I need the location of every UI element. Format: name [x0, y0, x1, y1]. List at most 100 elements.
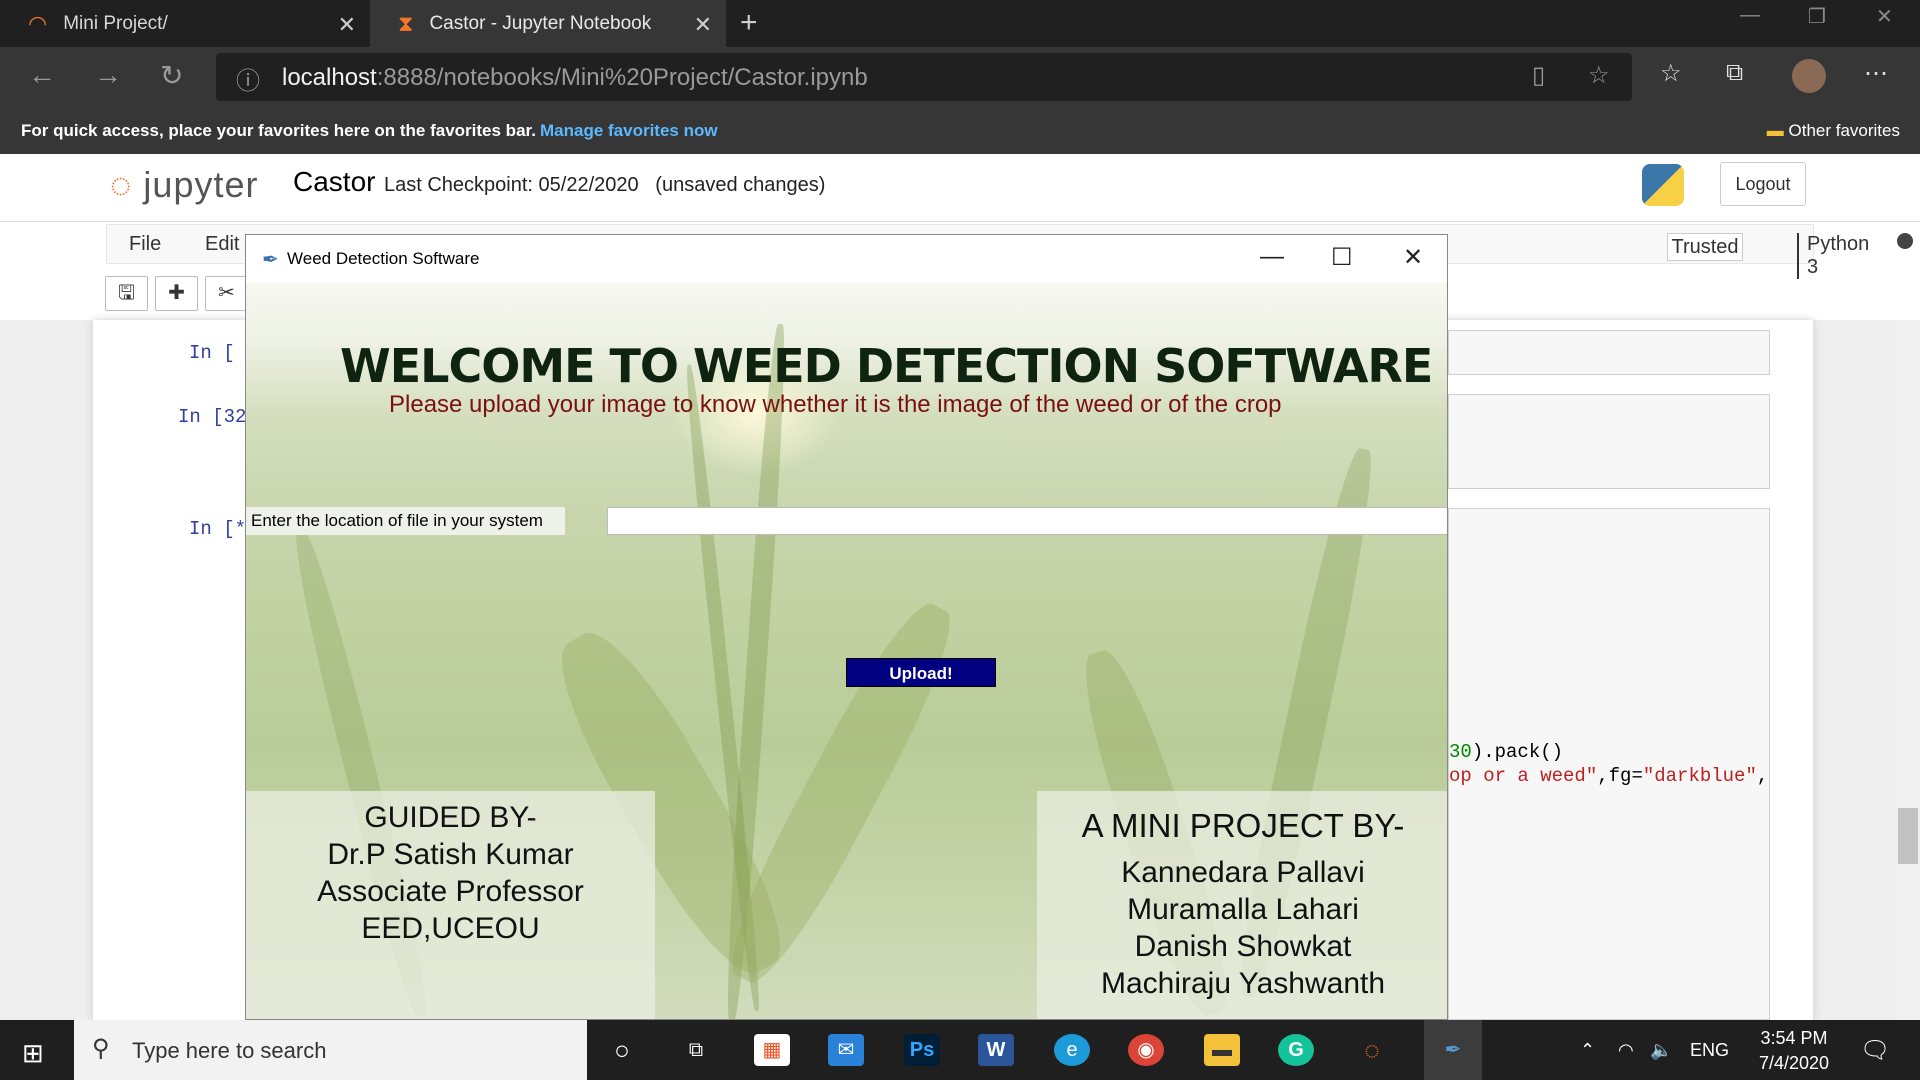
tab-mini-project[interactable]: ◠ Mini Project/ ✕: [0, 0, 370, 47]
url-host: localhost: [282, 64, 377, 91]
window-titlebar[interactable]: ✒ Weed Detection Software — ☐ ✕: [246, 235, 1447, 283]
browser-tab-bar: ◠ Mini Project/ ✕ ⧗ Castor - Jupyter Not…: [0, 0, 1920, 47]
file-location-input[interactable]: [607, 507, 1447, 535]
collections-icon[interactable]: ⧉: [1726, 59, 1743, 87]
feather-icon: ✒: [262, 249, 279, 271]
windows-taskbar: ⊞ ⚲ Type here to search ○ ⧉ ▦ ✉ Ps W e ◉…: [0, 1020, 1920, 1080]
task-view-icon[interactable]: ⧉: [678, 1034, 714, 1066]
tab-title: Castor - Jupyter Notebook: [429, 12, 652, 34]
search-placeholder: Type here to search: [132, 1038, 327, 1063]
code-text: ).pack(): [1471, 741, 1564, 763]
wifi-icon[interactable]: ◠: [1618, 1040, 1634, 1061]
checkpoint-status: Last Checkpoint: 05/22/2020 (unsaved cha…: [384, 174, 826, 196]
team-member: Muramalla Lahari: [1127, 893, 1359, 926]
kernel-name[interactable]: Python 3: [1797, 233, 1869, 279]
jupyter-taskbar-icon[interactable]: ◌: [1354, 1034, 1390, 1066]
cell-prompt: In [*: [189, 518, 247, 540]
search-icon: ⚲: [92, 1035, 110, 1062]
grammarly-icon[interactable]: G: [1278, 1034, 1314, 1066]
trusted-badge[interactable]: Trusted: [1667, 233, 1743, 261]
more-menu-icon[interactable]: ⋯: [1864, 59, 1888, 88]
read-aloud-icon[interactable]: ▯: [1532, 61, 1545, 90]
welcome-heading: WELCOME TO WEED DETECTION SOFTWARE: [340, 339, 1433, 393]
back-icon[interactable]: ←: [28, 59, 56, 91]
guide-department: EED,UCEOU: [361, 912, 540, 945]
avatar[interactable]: [1792, 59, 1826, 93]
close-tab-icon[interactable]: ✕: [338, 12, 356, 38]
code-cell[interactable]: [1448, 394, 1770, 489]
save-button[interactable]: 🖫: [105, 276, 148, 311]
windows-start-icon[interactable]: ⊞: [22, 1038, 44, 1069]
notebook-name[interactable]: Castor: [293, 166, 375, 198]
logout-button[interactable]: Logout: [1720, 162, 1806, 206]
guide-designation: Associate Professor: [317, 875, 584, 908]
forward-icon[interactable]: →: [94, 59, 122, 91]
notifications-icon[interactable]: 🗨: [1860, 1036, 1890, 1065]
volume-icon[interactable]: 🔈: [1650, 1040, 1672, 1061]
code-number: 30: [1449, 741, 1472, 763]
cortana-icon[interactable]: ○: [604, 1034, 640, 1066]
url-field[interactable]: ⓘ localhost:8888/notebooks/Mini%20Projec…: [216, 53, 1632, 101]
edge-icon[interactable]: e: [1054, 1034, 1090, 1066]
kernel-busy-indicator: [1897, 233, 1913, 249]
close-tab-icon[interactable]: ✕: [694, 12, 712, 38]
jupyter-logo-icon: ◌: [110, 164, 133, 205]
chevron-up-icon[interactable]: ⌃: [1580, 1040, 1595, 1061]
jupyter-tab-icon: ◠: [28, 10, 48, 36]
clock-time: 3:54 PM: [1760, 1028, 1828, 1048]
project-by-title: A MINI PROJECT BY-: [1081, 807, 1405, 844]
minimize-window-icon[interactable]: —: [1740, 4, 1760, 27]
code-text: ,: [1756, 765, 1769, 787]
cut-button[interactable]: ✂: [205, 276, 248, 311]
store-icon[interactable]: ▦: [754, 1034, 790, 1066]
jupyter-header: ◌ jupyter Castor Last Checkpoint: 05/22/…: [0, 154, 1920, 222]
manage-favorites-link[interactable]: Manage favorites now: [540, 121, 718, 141]
restore-window-icon[interactable]: ❐: [1808, 4, 1826, 29]
favorites-icon[interactable]: ☆: [1660, 59, 1682, 88]
tab-castor[interactable]: ⧗ Castor - Jupyter Notebook ✕: [370, 0, 726, 47]
window-title: Weed Detection Software: [287, 249, 480, 268]
page-scrollbar[interactable]: [1896, 320, 1920, 1020]
refresh-icon[interactable]: ↻: [160, 59, 183, 92]
clock[interactable]: 3:54 PM 7/4/2020: [1754, 1028, 1834, 1074]
file-explorer-icon[interactable]: ▬: [1204, 1034, 1240, 1066]
guide-name: Dr.P Satish Kumar: [327, 838, 574, 871]
weed-detection-window: ✒ Weed Detection Software — ☐ ✕ WELCOME …: [245, 234, 1448, 1020]
maximize-icon[interactable]: ☐: [1331, 243, 1353, 272]
team-member: Danish Showkat: [1134, 930, 1352, 963]
python-logo-icon: [1642, 164, 1684, 206]
menu-edit[interactable]: Edit: [205, 233, 239, 256]
upload-button[interactable]: Upload!: [846, 658, 996, 687]
code-cell[interactable]: 30).pack() op or a weed",fg="darkblue",: [1448, 508, 1770, 1020]
code-cell[interactable]: [1448, 330, 1770, 375]
add-cell-button[interactable]: ✚: [155, 276, 198, 311]
tk-app-taskbar-icon[interactable]: ✒: [1424, 1020, 1482, 1080]
code-text: ,fg=: [1597, 765, 1643, 787]
close-window-icon[interactable]: ✕: [1876, 4, 1893, 29]
photoshop-icon[interactable]: Ps: [904, 1034, 940, 1066]
minimize-icon[interactable]: —: [1260, 243, 1284, 271]
team-member: Machiraju Yashwanth: [1100, 967, 1386, 1000]
new-tab-button[interactable]: +: [740, 6, 758, 40]
close-icon[interactable]: ✕: [1403, 243, 1423, 272]
save-icon: 🖫: [117, 282, 136, 304]
code-line: op or a weed",fg="darkblue",: [1449, 765, 1768, 787]
star-icon[interactable]: ☆: [1588, 61, 1610, 90]
word-icon[interactable]: W: [978, 1034, 1014, 1066]
file-location-label: Enter the location of file in your syste…: [246, 507, 565, 535]
jupyter-logo[interactable]: ◌ jupyter: [110, 164, 258, 206]
url-path: :8888/notebooks/Mini%20Project/Castor.ip…: [376, 64, 868, 91]
menu-file[interactable]: File: [129, 233, 161, 256]
mail-icon[interactable]: ✉: [828, 1034, 864, 1066]
other-favorites-folder[interactable]: ▬ Other favorites: [1767, 121, 1900, 141]
chrome-icon[interactable]: ◉: [1128, 1034, 1164, 1066]
other-favorites-label: Other favorites: [1788, 121, 1901, 140]
taskbar-search-box[interactable]: ⚲ Type here to search: [74, 1020, 587, 1080]
language-indicator[interactable]: ENG: [1690, 1040, 1729, 1061]
scissors-icon: ✂: [218, 282, 235, 304]
team-member: Kannedara Pallavi: [1121, 856, 1365, 889]
code-line: 30).pack(): [1449, 741, 1563, 763]
info-icon[interactable]: ⓘ: [236, 61, 260, 96]
scrollbar-thumb[interactable]: [1898, 808, 1918, 864]
cell-prompt: In [32: [178, 406, 247, 428]
